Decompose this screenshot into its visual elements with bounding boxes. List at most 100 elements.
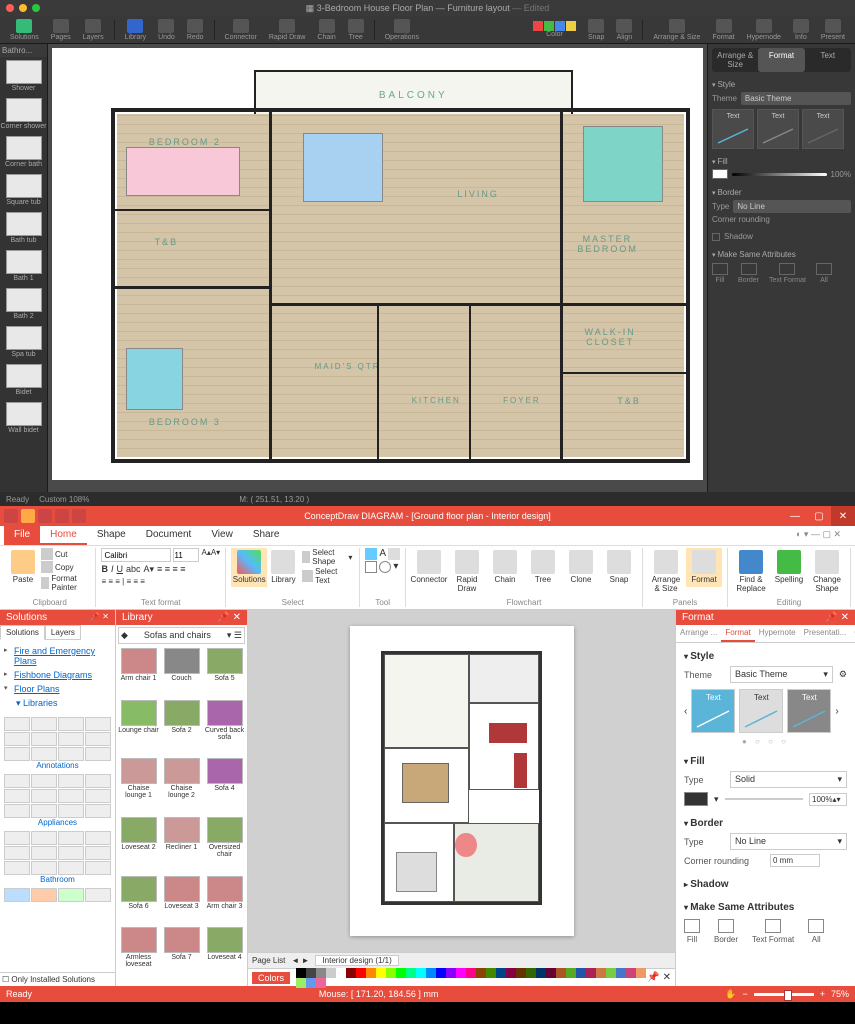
- color-swatch[interactable]: [626, 968, 636, 978]
- theme-thumb-3[interactable]: Text: [802, 109, 844, 149]
- lib-wall-bidet[interactable]: Wall bidet: [0, 399, 47, 437]
- color-swatch[interactable]: [506, 968, 516, 978]
- color-swatch[interactable]: [316, 968, 326, 978]
- tool-tree[interactable]: Tree: [344, 19, 368, 41]
- lib-item[interactable]: Oversized chair: [204, 817, 245, 874]
- hand-icon[interactable]: ✋: [725, 989, 736, 1000]
- color-swatch[interactable]: [516, 968, 526, 978]
- change-button[interactable]: Change Shape: [809, 548, 845, 596]
- lib-item[interactable]: Sofa 5: [204, 648, 245, 698]
- solutions-button[interactable]: Solutions: [231, 548, 267, 587]
- corner-input[interactable]: 0 mm: [770, 854, 820, 867]
- minimize-button[interactable]: —: [783, 506, 807, 526]
- rtab-format[interactable]: Format: [721, 625, 754, 642]
- color-swatch[interactable]: [356, 968, 366, 978]
- mac-titlebar[interactable]: ▦ 3-Bedroom House Floor Plan — Furniture…: [0, 0, 855, 16]
- color-swatch[interactable]: [366, 968, 376, 978]
- format-panel-button[interactable]: Format: [686, 548, 722, 587]
- arrange-panel-button[interactable]: Arrange & Size: [648, 548, 684, 596]
- lib-item[interactable]: Sofa 4: [204, 758, 245, 815]
- lib-pin-icon[interactable]: 📌 ✕: [217, 612, 241, 623]
- only-installed-checkbox[interactable]: ☐ Only Installed Solutions: [0, 972, 115, 986]
- tree-button[interactable]: Tree: [525, 548, 561, 587]
- theme-thumb-1[interactable]: Text: [712, 109, 754, 149]
- border-type-select[interactable]: No Line: [733, 200, 851, 213]
- tool-library[interactable]: Library: [121, 19, 150, 41]
- thumb-3[interactable]: Text: [787, 689, 831, 733]
- color-swatch[interactable]: [296, 968, 306, 978]
- color-swatch[interactable]: [596, 968, 606, 978]
- tab-text[interactable]: Text: [805, 48, 851, 72]
- color-swatch[interactable]: [466, 968, 476, 978]
- tool-present[interactable]: Present: [817, 19, 849, 41]
- lib-item[interactable]: Lounge chair: [118, 700, 159, 757]
- painter-button[interactable]: Format Painter: [39, 574, 90, 592]
- tool-align[interactable]: Align: [612, 19, 636, 41]
- makesame-section[interactable]: Make Same Attributes: [684, 900, 847, 915]
- page-tab[interactable]: Interior design (1/1): [315, 955, 398, 966]
- menu-view[interactable]: View: [201, 526, 243, 545]
- tab-arrange[interactable]: Arrange & Size: [712, 48, 758, 72]
- tool-arrange[interactable]: Arrange & Size: [649, 19, 704, 41]
- library-button[interactable]: Library: [269, 548, 297, 587]
- color-swatch[interactable]: [616, 968, 626, 978]
- color-swatch[interactable]: [386, 968, 396, 978]
- font-size[interactable]: [173, 548, 199, 562]
- menu-document[interactable]: Document: [136, 526, 202, 545]
- color-swatch[interactable]: [306, 978, 316, 988]
- color-swatch[interactable]: [406, 968, 416, 978]
- border-section[interactable]: Border: [684, 816, 847, 831]
- snap-button[interactable]: Snap: [601, 548, 637, 587]
- lib-corner-shower[interactable]: Corner shower: [0, 95, 47, 133]
- color-swatch[interactable]: [456, 968, 466, 978]
- library-select[interactable]: ◆Sofas and chairs▾ ☰: [118, 627, 245, 644]
- rapid-button[interactable]: Rapid Draw: [449, 548, 485, 596]
- attr-fill[interactable]: Fill: [712, 263, 728, 284]
- tool-pages[interactable]: Pages: [47, 19, 75, 41]
- format-pin-icon[interactable]: 📌 ✕: [825, 612, 849, 623]
- style-header[interactable]: Style: [712, 78, 851, 91]
- lib-item[interactable]: Loveseat 4: [204, 927, 245, 984]
- tool-icon[interactable]: [365, 548, 377, 560]
- tree-fire[interactable]: Fire and Emergency Plans: [4, 644, 111, 668]
- color-swatch[interactable]: [576, 968, 586, 978]
- gear-icon[interactable]: ⚙: [839, 669, 847, 680]
- lib-item[interactable]: Sofa 7: [161, 927, 202, 984]
- border-type-select[interactable]: No Line▾: [730, 833, 847, 850]
- pagelist-label[interactable]: Page List: [252, 956, 285, 965]
- lib-item[interactable]: Sofa 6: [118, 876, 159, 926]
- select-text[interactable]: Select Text: [300, 567, 355, 585]
- tool-connector[interactable]: Connector: [221, 19, 261, 41]
- border-header[interactable]: Border: [712, 186, 851, 199]
- color-swatch[interactable]: [526, 968, 536, 978]
- tool-color[interactable]: Color: [529, 21, 580, 38]
- lib-item[interactable]: Loveseat 2: [118, 817, 159, 874]
- status-zoom[interactable]: Custom 108%: [39, 495, 89, 504]
- color-swatch[interactable]: [446, 968, 456, 978]
- color-swatch[interactable]: [346, 968, 356, 978]
- zoom-value[interactable]: 75%: [831, 989, 849, 999]
- lib-square-tub[interactable]: Square tub: [0, 171, 47, 209]
- theme-select[interactable]: Basic Theme▾: [730, 666, 833, 683]
- colorbar-close-icon[interactable]: 📌 ✕: [647, 972, 671, 983]
- lib-bath-tub[interactable]: Bath tub: [0, 209, 47, 247]
- tool-undo[interactable]: Undo: [154, 19, 179, 41]
- chain-button[interactable]: Chain: [487, 548, 523, 587]
- spell-button[interactable]: Spelling: [771, 548, 807, 587]
- color-swatch[interactable]: [306, 968, 316, 978]
- attr-all[interactable]: All: [808, 919, 824, 944]
- copy-button[interactable]: Copy: [39, 561, 90, 573]
- sidebar-header[interactable]: Bathro...: [0, 44, 47, 57]
- color-swatch[interactable]: [606, 968, 616, 978]
- rtab-present[interactable]: Presentati...: [800, 625, 851, 642]
- color-swatch[interactable]: [476, 968, 486, 978]
- color-swatch[interactable]: [566, 968, 576, 978]
- tool-layers[interactable]: Layers: [79, 19, 108, 41]
- attr-fill[interactable]: Fill: [684, 919, 700, 944]
- fill-section[interactable]: Fill: [684, 754, 847, 769]
- tool-rapid[interactable]: Rapid Draw: [265, 19, 310, 41]
- win-titlebar[interactable]: ConceptDraw DIAGRAM - [Ground floor plan…: [0, 506, 855, 526]
- thumb-1[interactable]: Text: [691, 689, 735, 733]
- attr-text[interactable]: Text Format: [769, 263, 806, 284]
- color-swatch[interactable]: [376, 968, 386, 978]
